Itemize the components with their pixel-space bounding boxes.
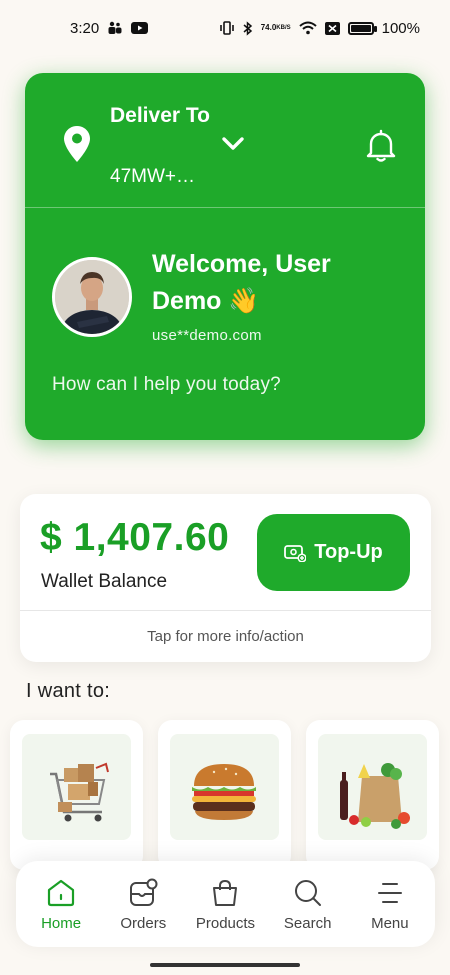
wifi-icon — [298, 21, 317, 35]
nav-orders[interactable]: Orders — [103, 877, 183, 932]
teams-icon — [107, 21, 123, 35]
status-bar: 3:20 74.0 KB/S 100% — [0, 0, 450, 56]
nav-menu[interactable]: Menu — [350, 877, 430, 932]
battery-percent: 100% — [381, 19, 420, 37]
net-speed-value: 74.0 — [260, 23, 277, 32]
status-left: 3:20 — [70, 19, 149, 37]
action-card-image — [22, 734, 131, 840]
net-speed-unit: KB/S — [276, 25, 291, 31]
nav-menu-label: Menu — [371, 914, 409, 932]
battery-fill — [350, 24, 371, 32]
nav-products[interactable]: Products — [185, 877, 265, 932]
action-card-image — [318, 734, 427, 840]
wallet-label: Wallet Balance — [41, 571, 168, 592]
top-up-button[interactable]: Top-Up — [257, 514, 410, 591]
header-divider — [25, 207, 425, 208]
orders-icon — [130, 878, 158, 906]
status-time: 3:20 — [70, 19, 100, 37]
nav-search[interactable]: Search — [268, 877, 348, 932]
help-prompt[interactable]: How can I help you today? — [52, 374, 281, 396]
nav-orders-label: Orders — [120, 914, 167, 932]
grocery-bag-icon — [340, 763, 410, 829]
wallet-info-link[interactable]: Tap for more info/action — [20, 610, 431, 662]
vibrate-icon — [219, 21, 235, 35]
section-title: I want to: — [26, 680, 111, 702]
nav-home[interactable]: Home — [21, 877, 101, 932]
wallet-amount: $ 1,407.60 — [40, 516, 230, 559]
shopping-bag-icon — [213, 879, 238, 906]
delivery-address: 47MW+… — [110, 166, 195, 187]
bottom-navigation: Home Orders Products Search Menu — [16, 861, 435, 947]
location-pin-icon — [64, 126, 90, 162]
battery-icon — [347, 21, 377, 35]
menu-icon — [377, 882, 402, 903]
welcome-heading: Welcome, User Demo 👋 — [152, 250, 331, 315]
nav-products-label: Products — [195, 914, 256, 932]
deliver-to-label: Deliver To — [110, 104, 210, 127]
header-card: Deliver To 47MW+… Welcome, User Demo 👋 u… — [25, 73, 425, 440]
search-icon — [294, 879, 321, 906]
action-card-groceries[interactable] — [306, 720, 439, 870]
nav-search-label: Search — [283, 914, 332, 932]
notification-bell-icon[interactable] — [365, 129, 397, 163]
avatar[interactable] — [52, 257, 132, 337]
chevron-down-icon[interactable] — [221, 136, 245, 152]
action-card-food[interactable] — [158, 720, 291, 870]
action-card-image — [170, 734, 279, 840]
action-card-grocery-cart[interactable] — [10, 720, 143, 870]
burger-icon — [192, 764, 256, 820]
gesture-home-bar[interactable] — [150, 963, 300, 967]
youtube-icon — [131, 22, 149, 34]
user-email: use**demo.com — [152, 327, 262, 344]
top-up-label: Top-Up — [314, 541, 383, 563]
nav-home-label: Home — [41, 914, 82, 932]
status-right: 74.0 KB/S 100% — [219, 20, 420, 37]
net-speed: 74.0 KB/S — [261, 24, 291, 32]
no-sim-icon — [324, 21, 340, 35]
profile-photo — [55, 260, 129, 334]
bluetooth-icon — [243, 20, 253, 36]
home-icon — [47, 879, 75, 906]
add-money-icon — [284, 544, 307, 562]
wallet-card[interactable]: $ 1,407.60 Wallet Balance Top-Up Tap for… — [20, 494, 431, 662]
shopping-cart-icon — [50, 762, 109, 822]
